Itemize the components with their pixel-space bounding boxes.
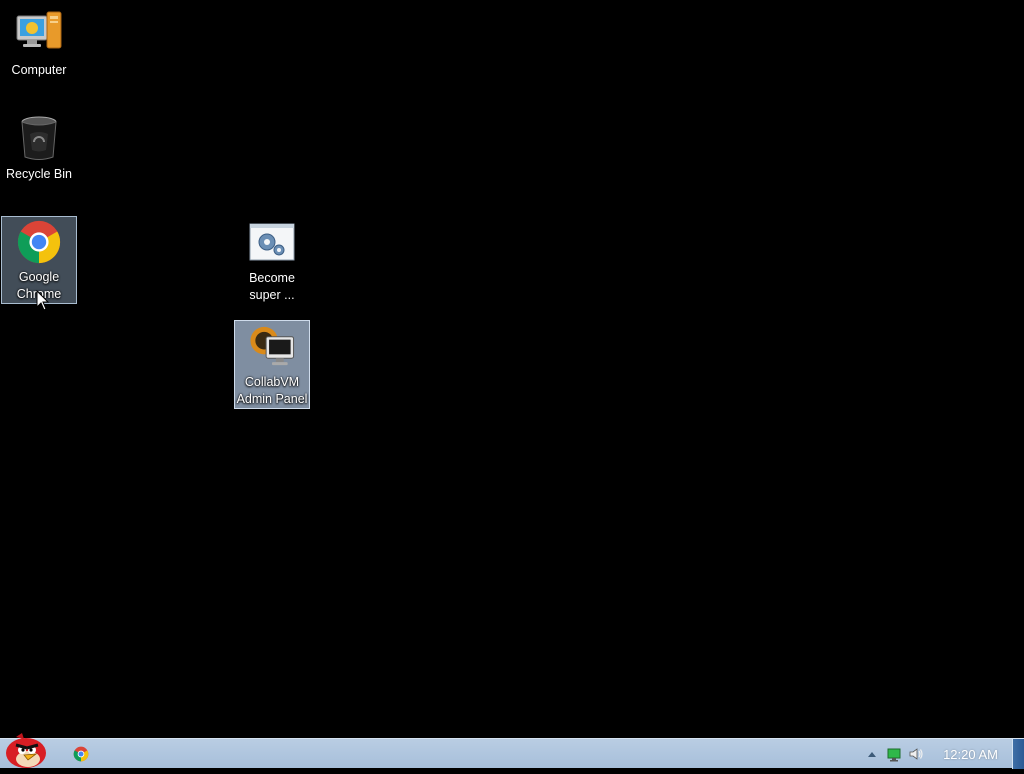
settings-gears-icon xyxy=(249,223,295,261)
taskbar: 12:20 AM xyxy=(0,733,1024,769)
desktop-icon-label: Become super ... xyxy=(249,271,295,302)
system-tray: 12:20 AM xyxy=(861,739,1024,769)
desktop-icon-collabvm-admin-panel[interactable]: CollabVM Admin Panel xyxy=(234,320,310,409)
desktop-icon-computer[interactable]: Computer xyxy=(1,8,77,79)
collabvm-monitor-icon xyxy=(250,326,295,366)
desktop-icon-label: Recycle Bin xyxy=(6,167,72,181)
desktop-icon-become-super[interactable]: Become super ... xyxy=(234,216,310,304)
taskbar-chrome-button[interactable] xyxy=(68,742,94,766)
show-hidden-icons-button[interactable] xyxy=(861,740,883,768)
desktop-icon-recycle-bin[interactable]: Recycle Bin xyxy=(1,112,77,183)
chrome-icon xyxy=(17,220,61,264)
network-icon xyxy=(887,748,901,762)
desktop[interactable]: Computer Recycle Bin Google Chrome xyxy=(0,0,1024,738)
taskbar-clock[interactable]: 12:20 AM xyxy=(943,747,998,762)
show-desktop-button[interactable] xyxy=(1012,739,1024,769)
recycle-bin-icon xyxy=(21,116,57,160)
volume-tray-button[interactable] xyxy=(905,740,927,768)
desktop-icon-label: CollabVM Admin Panel xyxy=(236,375,308,406)
angry-bird-icon xyxy=(6,733,46,768)
chrome-icon xyxy=(73,746,89,762)
mouse-cursor-icon xyxy=(36,290,50,311)
computer-icon xyxy=(16,11,62,49)
desktop-icon-label: Computer xyxy=(11,63,67,77)
network-tray-button[interactable] xyxy=(883,740,905,768)
start-button[interactable] xyxy=(2,731,50,769)
chevron-up-icon xyxy=(868,752,877,757)
volume-icon xyxy=(909,748,923,760)
